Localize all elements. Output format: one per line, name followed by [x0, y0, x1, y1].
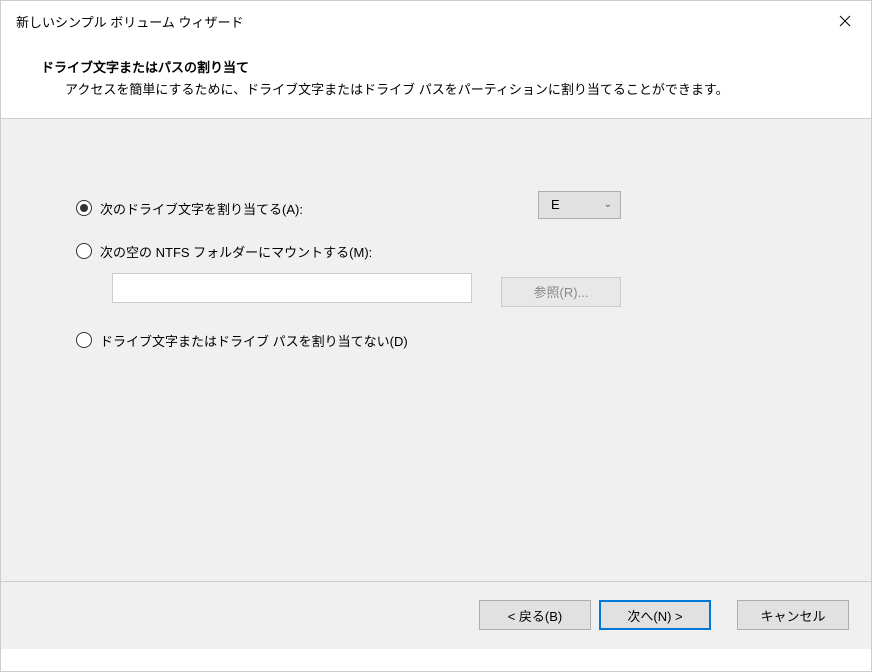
titlebar: 新しいシンプル ボリューム ウィザード: [1, 1, 871, 41]
chevron-down-icon: ⌄: [604, 199, 612, 210]
label-assign-letter: 次のドライブ文字を割り当てる(A):: [100, 199, 303, 218]
page-description: アクセスを簡単にするために、ドライブ文字またはドライブ パスをパーティションに割…: [41, 80, 841, 100]
close-button[interactable]: [819, 1, 871, 41]
drive-letter-value: E: [551, 197, 560, 212]
label-no-assign: ドライブ文字またはドライブ パスを割り当てない(D): [100, 331, 408, 350]
wizard-footer: < 戻る(B) 次へ(N) > キャンセル: [1, 581, 871, 649]
option-no-assign: ドライブ文字またはドライブ パスを割り当てない(D): [76, 331, 801, 350]
browse-button: 参照(R)...: [501, 277, 621, 307]
option-assign-letter: 次のドライブ文字を割り当てる(A):: [76, 199, 801, 218]
wizard-header: ドライブ文字またはパスの割り当て アクセスを簡単にするために、ドライブ文字または…: [1, 41, 871, 119]
page-title: ドライブ文字またはパスの割り当て: [41, 57, 841, 76]
radio-no-assign[interactable]: [76, 332, 92, 348]
close-icon: [839, 15, 851, 27]
window-title: 新しいシンプル ボリューム ウィザード: [16, 12, 243, 31]
wizard-content: 次のドライブ文字を割り当てる(A): E ⌄ 次の空の NTFS フォルダーにマ…: [1, 119, 871, 581]
nav-button-group: < 戻る(B) 次へ(N) >: [479, 600, 711, 630]
drive-letter-dropdown[interactable]: E ⌄: [538, 191, 621, 219]
radio-assign-letter[interactable]: [76, 200, 92, 216]
label-mount-folder: 次の空の NTFS フォルダーにマウントする(M):: [100, 242, 372, 261]
next-button[interactable]: 次へ(N) >: [599, 600, 711, 630]
back-button[interactable]: < 戻る(B): [479, 600, 591, 630]
radio-mount-folder[interactable]: [76, 243, 92, 259]
option-mount-folder: 次の空の NTFS フォルダーにマウントする(M):: [76, 242, 801, 261]
mount-path-input[interactable]: [112, 273, 472, 303]
cancel-button[interactable]: キャンセル: [737, 600, 849, 630]
